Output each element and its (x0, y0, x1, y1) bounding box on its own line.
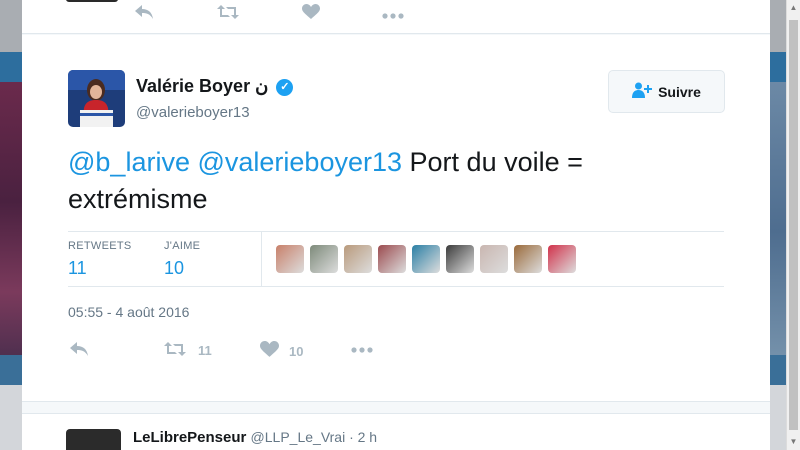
follow-user-icon (632, 82, 653, 101)
more-icon[interactable] (382, 4, 404, 22)
permalink-tweet: Valérie Boyer ن ✓ @valerieboyer13 Suivre… (22, 35, 770, 402)
tweet-stats: RETWEETS 11 J'AIME 10 (68, 231, 724, 287)
scroll-up-arrow-icon[interactable]: ▲ (789, 3, 798, 13)
retweet-button[interactable]: 11 (162, 341, 212, 360)
next-tweet-header[interactable]: LeLibrePenseur @LLP_Le_Vrai · 2 h (133, 429, 377, 446)
heart-icon (260, 341, 279, 361)
more-button[interactable] (350, 341, 374, 356)
background-side-panel (770, 82, 786, 382)
background-photo (0, 82, 22, 382)
author-name[interactable]: Valérie Boyer ن ✓ (136, 76, 294, 97)
author-avatar[interactable] (68, 70, 125, 127)
next-tweet: LeLibrePenseur @LLP_Le_Vrai · 2 h (22, 413, 770, 450)
author-name-text: Valérie Boyer (136, 76, 251, 96)
reply-button[interactable] (68, 341, 90, 360)
retweets-count: 11 (68, 258, 87, 278)
likes-label: J'AIME (164, 240, 201, 252)
author-name-suffix: ن (255, 76, 269, 96)
next-tweet-avatar[interactable] (66, 429, 121, 450)
like-count: 10 (289, 343, 304, 359)
previous-tweet-avatar[interactable] (66, 0, 118, 2)
retweet-icon (162, 341, 188, 360)
page-scrollbar[interactable]: ▲ ▼ (786, 0, 800, 450)
next-tweet-name: LeLibrePenseur (133, 429, 247, 446)
tweet-text: @b_larive @valerieboyer13 Port du voile … (68, 144, 708, 218)
previous-tweet (22, 0, 770, 34)
verified-icon: ✓ (276, 79, 294, 96)
author-handle[interactable]: @valerieboyer13 (136, 104, 250, 121)
liker-avatar[interactable] (548, 245, 576, 273)
liker-avatar[interactable] (276, 245, 304, 273)
previous-tweet-actions (134, 0, 404, 26)
mention-link[interactable]: @valerieboyer13 (197, 147, 402, 177)
likes-stat[interactable]: J'AIME 10 (164, 240, 200, 279)
follow-button[interactable]: Suivre (608, 70, 725, 113)
liker-avatar[interactable] (480, 245, 508, 273)
liker-avatars (276, 245, 576, 273)
liker-avatar[interactable] (446, 245, 474, 273)
retweet-count: 11 (198, 343, 212, 358)
follow-button-label: Suivre (658, 83, 701, 100)
tweet-timestamp[interactable]: 05:55 - 4 août 2016 (68, 304, 189, 320)
reply-icon (68, 341, 90, 360)
retweets-stat[interactable]: RETWEETS 11 (68, 240, 132, 279)
liker-avatar[interactable] (514, 245, 542, 273)
scroll-thumb[interactable] (789, 20, 798, 430)
likes-count: 10 (164, 258, 185, 278)
liker-avatar[interactable] (378, 245, 406, 273)
next-tweet-handle: @LLP_Le_Vrai · 2 h (250, 429, 378, 445)
scroll-down-arrow-icon[interactable]: ▼ (789, 437, 798, 447)
retweet-icon[interactable] (216, 4, 240, 23)
reply-icon[interactable] (134, 4, 154, 23)
retweets-label: RETWEETS (68, 240, 132, 252)
heart-icon[interactable] (302, 3, 320, 23)
mention-link[interactable]: @b_larive (68, 147, 190, 177)
liker-avatar[interactable] (310, 245, 338, 273)
more-icon (350, 341, 374, 356)
like-button[interactable]: 10 (260, 341, 303, 361)
tweet-modal: Valérie Boyer ن ✓ @valerieboyer13 Suivre… (22, 0, 770, 450)
liker-avatar[interactable] (344, 245, 372, 273)
stats-divider (261, 232, 262, 286)
liker-avatar[interactable] (412, 245, 440, 273)
